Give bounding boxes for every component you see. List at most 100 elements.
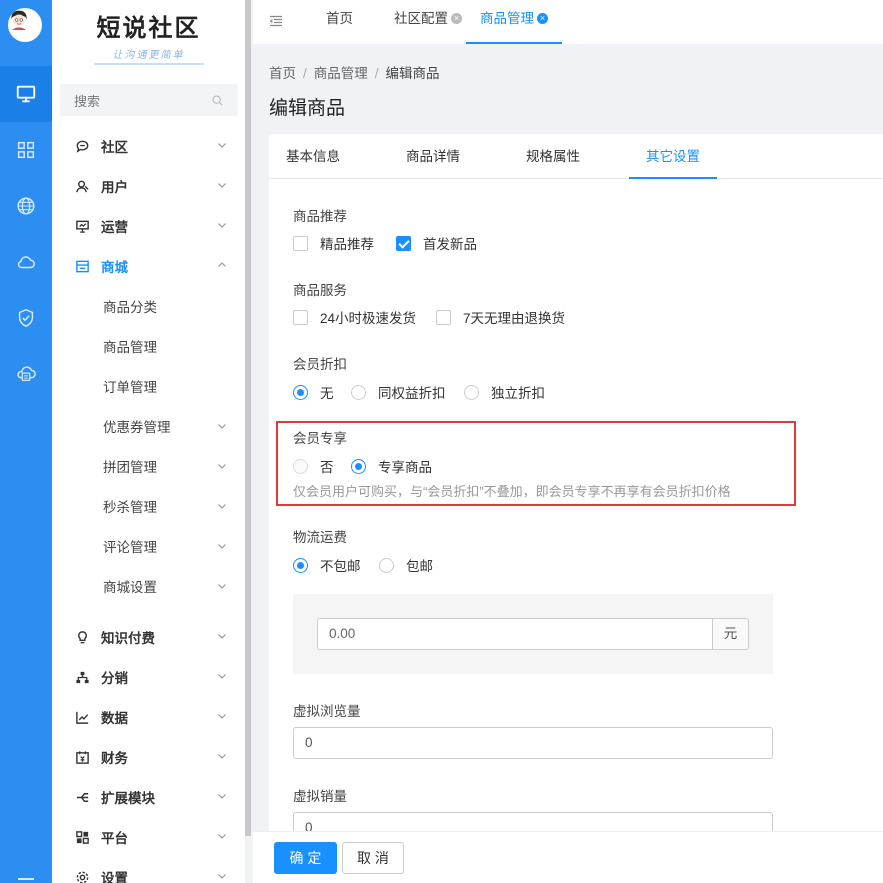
sidebar-item-community[interactable]: 社区 [52,126,245,166]
sidebar-item-label: 财务 [101,751,128,766]
globe-icon [17,197,35,215]
page-title: 编辑商品 [269,98,346,119]
submenu-item-label: 评论管理 [103,540,157,555]
tab-label: 社区配置 [394,11,448,26]
sidebar-item-extensions[interactable]: 扩展模块 [52,777,245,817]
submenu-item-label: 商品分类 [103,300,157,315]
logo: 短说社区 让沟通更简单 [52,8,245,65]
chevron-down-icon [218,143,226,148]
breadcrumb-item-home[interactable]: 首页 [269,66,296,81]
member-exclusive-option-no[interactable]: 否 [293,456,334,476]
sidebar-item-data[interactable]: 数据 [52,697,245,737]
tab-other-settings[interactable]: 其它设置 [629,134,717,179]
breadcrumb-item-product-management[interactable]: 商品管理 [314,66,368,81]
sidebar-item-operations[interactable]: 运营 [52,206,245,246]
submenu-item-mall-settings[interactable]: 商城设置 [52,566,245,606]
radio[interactable] [293,384,308,400]
tab-label: 商品管理 [480,11,534,26]
sidebar-item-users[interactable]: 用户 [52,166,245,206]
tab-spec-attributes[interactable]: 规格属性 [509,134,597,179]
radio[interactable] [293,557,308,573]
radio[interactable] [351,458,366,474]
platform-icon [74,829,90,845]
freight-fee-input-group: 0.00 元 [317,618,749,650]
member-exclusive-option-exclusive[interactable]: 专享商品 [351,456,432,476]
breadcrumb-separator: / [374,66,379,81]
member-discount-option-none[interactable]: 无 [293,382,334,402]
menu-fold-icon[interactable] [269,14,283,28]
close-icon[interactable]: × [537,13,548,24]
checkbox[interactable] [436,309,451,325]
tab-product-details[interactable]: 商品详情 [389,134,477,179]
sidebar-item-knowledge-paid[interactable]: 知识付费 [52,617,245,657]
member-exclusive-hint: 仅会员用户可购买，与“会员折扣”不叠加，即会员专享不再享有会员折扣价格 [293,484,731,499]
checkbox[interactable] [396,235,411,251]
cancel-button[interactable]: 取 消 [342,842,404,874]
sidebar-item-mall[interactable]: 商城 [52,246,245,286]
sidebar-search[interactable]: 搜索 [60,84,238,116]
radio[interactable] [464,384,479,400]
breadcrumb-separator: / [303,66,307,81]
rail-item-cloud-server[interactable] [0,346,52,402]
recommend-option-new[interactable]: 首发新品 [396,233,477,253]
apps-grid-icon [17,141,35,159]
rail-item-globe[interactable] [0,178,52,234]
close-icon[interactable]: × [451,13,462,24]
presentation-icon [74,218,90,234]
sidebar-item-label: 设置 [101,871,128,883]
search-icon[interactable] [211,94,224,107]
sidebar-item-distribution[interactable]: 分销 [52,657,245,697]
sidebar-item-platform[interactable]: 平台 [52,817,245,857]
tab-basic-info[interactable]: 基本信息 [269,134,357,179]
shipping-option-not-free[interactable]: 不包邮 [293,555,361,575]
tab-community-config[interactable]: 社区配置 × [394,0,462,44]
cloud-server-icon [17,366,36,382]
submenu-item-review-management[interactable]: 评论管理 [52,526,245,566]
virtual-views-input[interactable]: 0 [293,727,773,759]
rail-item-apps[interactable] [0,122,52,178]
chevron-down-icon [218,544,226,549]
tab-product-management[interactable]: 商品管理 × [466,0,562,44]
submenu-item-order-management[interactable]: 订单管理 [52,366,245,406]
confirm-button[interactable]: 确 定 [274,842,337,874]
submenu-item-group-buy[interactable]: 拼团管理 [52,446,245,486]
tab-home[interactable]: 首页 [326,0,353,44]
chevron-down-icon [218,874,226,879]
submenu-item-product-management[interactable]: 商品管理 [52,326,245,366]
avatar[interactable] [8,8,42,42]
radio[interactable] [379,557,394,573]
service-option-fast-ship[interactable]: 24小时极速发货 [293,307,416,327]
shipping-option-free[interactable]: 包邮 [379,555,433,575]
radio[interactable] [293,458,308,474]
checkbox[interactable] [293,235,308,251]
checkbox[interactable] [293,309,308,325]
submenu-item-product-category[interactable]: 商品分类 [52,286,245,326]
sidebar-item-finance[interactable]: 财务 [52,737,245,777]
submenu-item-flash-sale[interactable]: 秒杀管理 [52,486,245,526]
chevron-down-icon [218,674,226,679]
search-input[interactable]: 搜索 [74,91,211,110]
sidebar-item-label: 商城 [101,260,128,275]
sidebar-item-label: 运营 [101,220,128,235]
recommend-option-premium[interactable]: 精品推荐 [293,233,374,253]
rail-item-cloud[interactable] [0,234,52,290]
freight-fee-input[interactable]: 0.00 [317,618,712,650]
option-label: 同权益折扣 [378,386,446,401]
sidebar-item-label: 分销 [101,671,128,686]
member-discount-option-same[interactable]: 同权益折扣 [351,382,446,402]
user-icon [74,178,90,194]
sidebar-item-settings[interactable]: 设置 [52,857,245,883]
sidebar-scrollbar[interactable] [245,0,251,836]
option-label: 首发新品 [423,237,477,252]
chevron-down-icon [218,504,226,509]
sidebar-item-label: 扩展模块 [101,791,155,806]
submenu-item-coupon-management[interactable]: 优惠券管理 [52,406,245,446]
service-option-7day-return[interactable]: 7天无理由退换货 [436,307,565,327]
member-discount-option-independent[interactable]: 独立折扣 [464,382,545,402]
rail-item-shield[interactable] [0,290,52,346]
radio[interactable] [351,384,366,400]
chevron-down-icon [218,183,226,188]
sidebar-item-label: 社区 [101,140,128,155]
option-label: 24小时极速发货 [320,311,417,326]
rail-item-monitor[interactable] [0,66,52,122]
